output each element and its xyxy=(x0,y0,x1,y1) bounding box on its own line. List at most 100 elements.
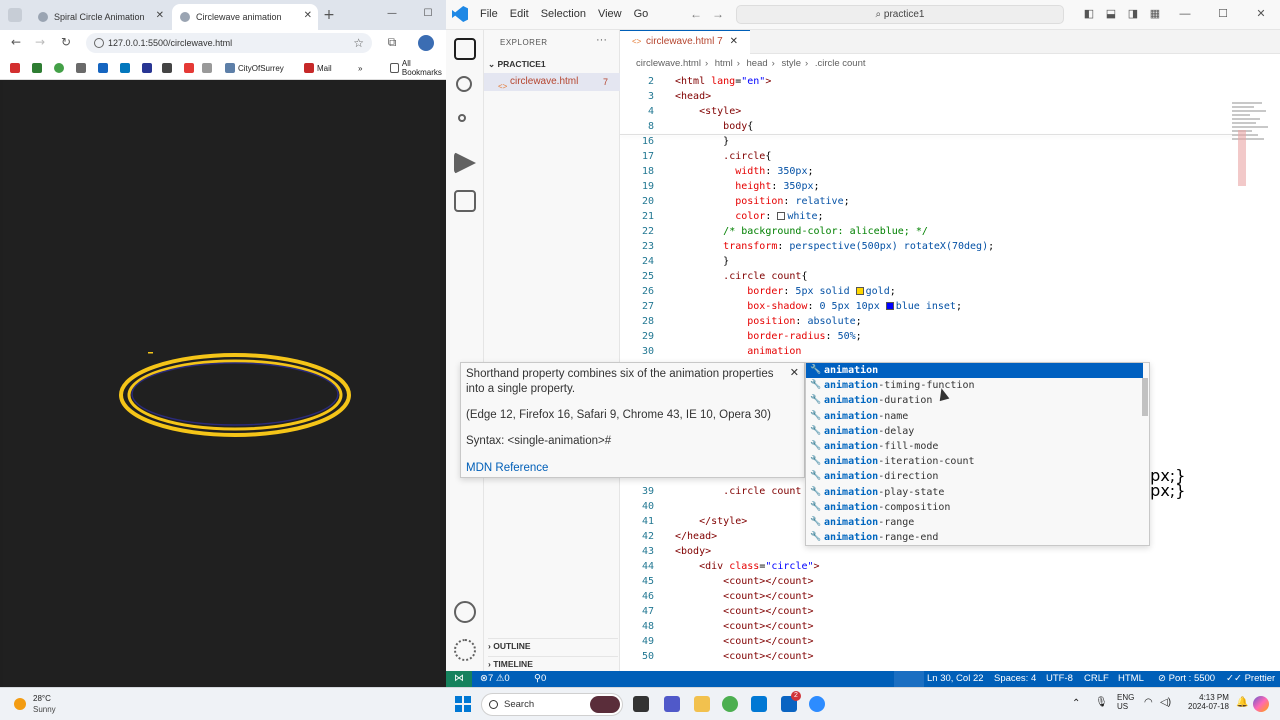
suggestion-item[interactable]: 🔧 animation xyxy=(806,363,1143,378)
bookmark-item[interactable] xyxy=(10,62,23,74)
microphone-icon[interactable]: 🎙 xyxy=(1095,697,1108,708)
address-bar[interactable]: 127.0.0.1:5500/circlewave.html ☆ xyxy=(86,33,372,53)
language-indicator[interactable]: ENG US xyxy=(1117,693,1134,711)
customize-layout-icon[interactable]: ▦ xyxy=(1144,0,1166,30)
bookmark-item[interactable] xyxy=(142,62,155,74)
suggestion-item[interactable]: 🔧 animation-range xyxy=(806,515,1143,530)
line-endings[interactable]: CRLF xyxy=(1084,671,1109,687)
close-icon[interactable]: ✕ xyxy=(790,366,799,379)
gear-icon[interactable] xyxy=(454,639,476,661)
menu-selection[interactable]: Selection xyxy=(541,8,586,20)
ports-indicator[interactable]: ⚲0 xyxy=(534,671,546,687)
code-line[interactable]: 48 <count></count> xyxy=(620,619,1280,634)
run-debug-icon[interactable] xyxy=(454,152,476,174)
toggle-secondary-sidebar-icon[interactable]: ◨ xyxy=(1122,0,1144,30)
back-icon[interactable]: ← xyxy=(8,35,24,49)
chrome-icon[interactable] xyxy=(722,696,738,712)
copilot-icon[interactable] xyxy=(1253,696,1269,712)
zoom-icon[interactable] xyxy=(894,671,924,687)
browser-tab-circlewave[interactable]: Circlewave animation ✕ xyxy=(172,4,318,30)
minimize-icon[interactable]: — xyxy=(1166,0,1204,30)
close-icon[interactable]: ✕ xyxy=(304,10,312,21)
profile-avatar[interactable] xyxy=(418,35,434,51)
zoom-app-icon[interactable] xyxy=(809,696,825,712)
browser-tab-spiral[interactable]: Spiral Circle Animation ✕ xyxy=(30,4,170,30)
windows-start-icon[interactable] xyxy=(455,696,471,712)
bookmark-item[interactable] xyxy=(202,62,215,74)
code-line[interactable]: 28 position: absolute; xyxy=(620,314,1280,329)
suggestion-item[interactable]: 🔧 animation-composition xyxy=(806,500,1143,515)
code-line[interactable]: 26 border: 5px solid gold; xyxy=(620,284,1280,299)
problems-indicator[interactable]: ⊗7 ⚠0 xyxy=(480,671,510,687)
suggestion-item[interactable]: 🔧 animation-timing-function xyxy=(806,378,1143,393)
suggestion-item[interactable]: 🔧 animation-range-end xyxy=(806,530,1143,545)
nav-back-forward-icons[interactable]: ←→ xyxy=(690,7,734,21)
breadcrumb-head[interactable]: head xyxy=(747,58,768,69)
editor-tab-circlewave[interactable]: <> circlewave.html 7 ✕ xyxy=(620,30,750,54)
code-line[interactable]: 17 .circle{ xyxy=(620,149,1280,164)
bookmark-mail[interactable]: Mail xyxy=(304,62,332,74)
breadcrumb-file[interactable]: circlewave.html xyxy=(636,58,701,69)
wifi-icon[interactable]: ◠ xyxy=(1144,697,1153,708)
close-icon[interactable]: ✕ xyxy=(156,10,164,21)
notification-bell-icon[interactable]: 🔔 xyxy=(1236,697,1248,708)
bookmark-all-bookmarks[interactable]: All Bookmarks xyxy=(390,59,446,77)
live-server-port[interactable]: ⊘ Port : 5500 xyxy=(1158,671,1215,687)
suggestion-item[interactable]: 🔧 animation-iteration-count xyxy=(806,454,1143,469)
suggestion-item[interactable]: 🔧 animation-play-state xyxy=(806,485,1143,500)
toggle-sidebar-icon[interactable]: ◧ xyxy=(1078,0,1100,30)
breadcrumb-style[interactable]: style xyxy=(781,58,801,69)
workspace-folder[interactable]: ⌄ PRACTICE1 xyxy=(488,59,546,70)
code-line[interactable]: 30 animation xyxy=(620,344,1280,359)
command-center[interactable]: ⌕ practice1 xyxy=(736,5,1064,24)
reload-icon[interactable]: ↻ xyxy=(58,35,74,49)
bookmark-item[interactable] xyxy=(184,62,197,74)
code-line[interactable]: 19 height: 350px; xyxy=(620,179,1280,194)
code-line[interactable]: 22 /* background-color: aliceblue; */ xyxy=(620,224,1280,239)
code-line[interactable]: 23 transform: perspective(500px) rotateX… xyxy=(620,239,1280,254)
bookmark-item[interactable] xyxy=(76,62,89,74)
maximize-icon[interactable]: ☐ xyxy=(1204,0,1242,30)
search-icon[interactable] xyxy=(456,76,472,92)
code-line[interactable]: 16 } xyxy=(620,134,1280,149)
breadcrumb-selector[interactable]: .circle count xyxy=(815,58,866,69)
bookmark-item[interactable] xyxy=(32,62,45,74)
clock[interactable]: 4:13 PM 2024-07-18 xyxy=(1188,693,1229,711)
bookmark-item[interactable] xyxy=(98,62,111,74)
outlook-icon[interactable] xyxy=(781,691,801,712)
bookmark-item[interactable] xyxy=(120,62,133,74)
language-mode[interactable]: HTML xyxy=(1118,671,1144,687)
site-info-icon[interactable] xyxy=(94,38,104,48)
code-line[interactable]: 20 position: relative; xyxy=(620,194,1280,209)
toggle-panel-icon[interactable]: ⬓ xyxy=(1100,0,1122,30)
more-actions-icon[interactable]: ··· xyxy=(596,34,607,46)
bookmark-cityofsurrey[interactable]: CityOfSurrey xyxy=(225,62,284,74)
code-line[interactable]: 43 <body> xyxy=(620,544,1280,559)
code-line[interactable]: 46 <count></count> xyxy=(620,589,1280,604)
suggestion-item[interactable]: 🔧 animation-fill-mode xyxy=(806,439,1143,454)
tab-list-icon[interactable] xyxy=(8,8,22,22)
menu-view[interactable]: View xyxy=(598,8,622,20)
vscode-taskbar-icon[interactable] xyxy=(751,696,767,712)
code-line[interactable]: 18 width: 350px; xyxy=(620,164,1280,179)
explorer-icon[interactable] xyxy=(454,38,476,60)
code-line[interactable]: 44 <div class="circle"> xyxy=(620,559,1280,574)
extensions-icon[interactable] xyxy=(454,190,476,212)
minimize-icon[interactable]: — xyxy=(374,0,410,30)
code-line[interactable]: 21 color: white; xyxy=(620,209,1280,224)
menu-file[interactable]: File xyxy=(480,8,498,20)
outline-section[interactable]: › OUTLINE xyxy=(488,638,618,651)
task-view-icon[interactable] xyxy=(633,696,649,712)
remote-icon[interactable]: ⋈ xyxy=(446,671,472,687)
code-line[interactable]: 29 border-radius: 50%; xyxy=(620,329,1280,344)
prettier-status[interactable]: ✓✓ Prettier xyxy=(1226,671,1275,687)
extensions-icon[interactable]: ⧉ xyxy=(384,35,400,50)
indentation[interactable]: Spaces: 4 xyxy=(994,671,1036,687)
teams-icon[interactable] xyxy=(664,696,680,712)
bookmark-item[interactable] xyxy=(162,62,175,74)
code-line[interactable]: 2 <html lang="en"> xyxy=(620,74,1280,89)
account-icon[interactable] xyxy=(454,601,476,623)
suggestion-item[interactable]: 🔧 animation-name xyxy=(806,409,1143,424)
encoding[interactable]: UTF-8 xyxy=(1046,671,1073,687)
suggestion-item[interactable]: 🔧 animation-delay xyxy=(806,424,1143,439)
